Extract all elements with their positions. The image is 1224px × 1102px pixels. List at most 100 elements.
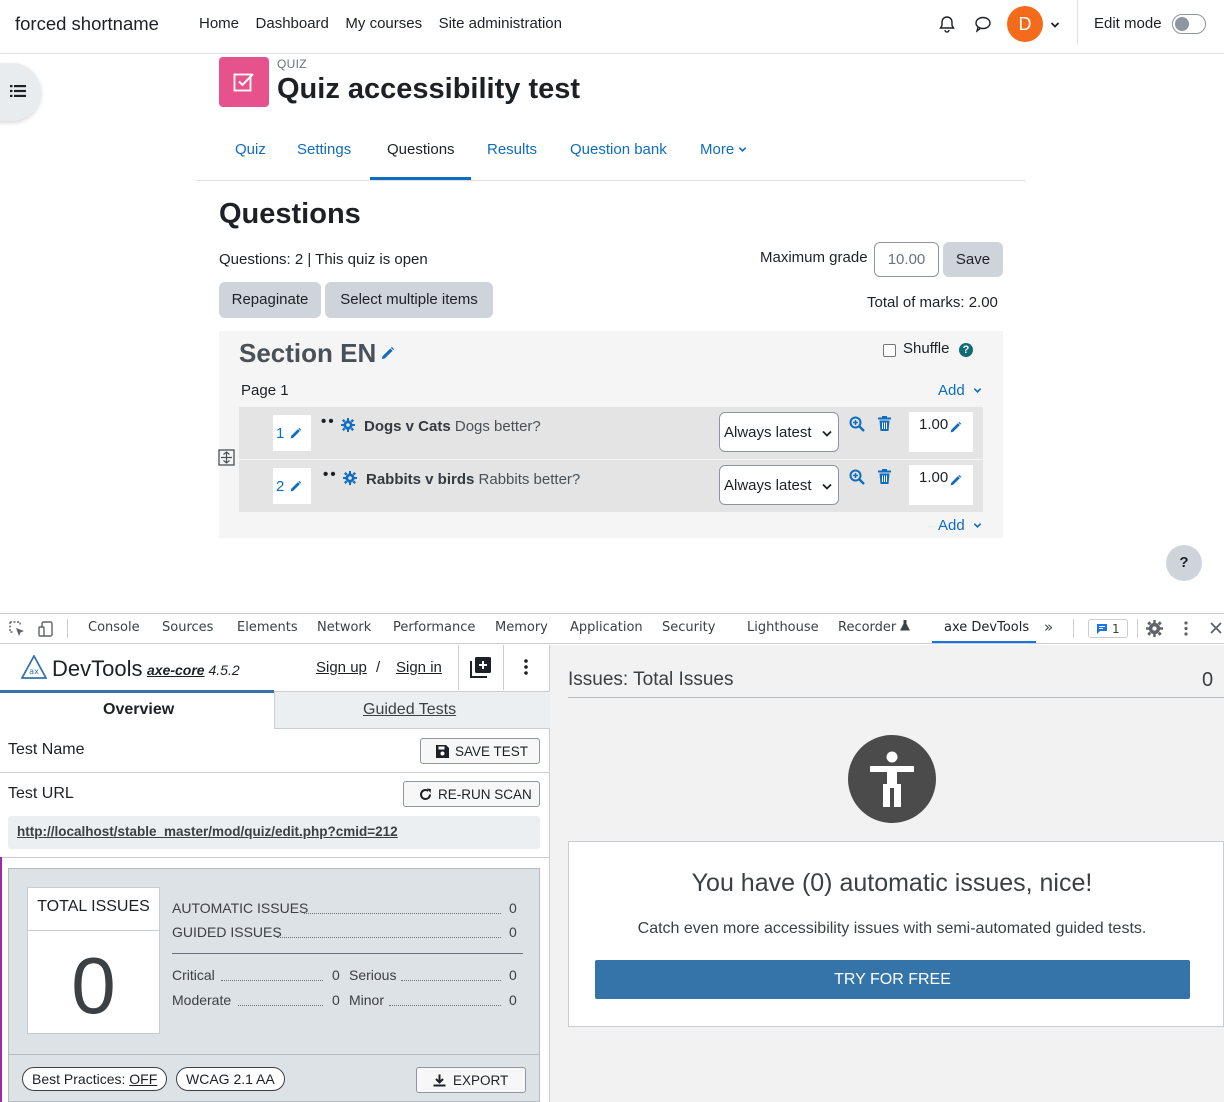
devtools-tab-performance[interactable]: Performance — [393, 620, 475, 635]
help-button[interactable]: ? — [1166, 545, 1202, 581]
rerun-scan-button[interactable]: RE-RUN SCAN — [403, 781, 540, 807]
question-number: 1 — [276, 425, 285, 442]
question-name[interactable]: Rabbits v birds Rabbits better? — [366, 471, 580, 488]
question-mark-help-icon[interactable]: ? — [959, 343, 973, 357]
add-test-icon[interactable] — [470, 656, 492, 682]
axe-left-panel: ax DevTools axe-core 4.5.2 Sign up / Sig… — [0, 645, 550, 1102]
repaginate-button[interactable]: Repaginate — [219, 282, 321, 318]
devtools-tab-application[interactable]: Application — [570, 620, 643, 635]
question-max-mark[interactable]: 1.00 — [909, 412, 973, 452]
devtools-separator — [1073, 619, 1074, 638]
max-grade-input[interactable]: 10.00 — [874, 242, 939, 277]
save-icon — [436, 745, 449, 758]
export-button[interactable]: EXPORT — [416, 1067, 526, 1093]
divider — [0, 772, 549, 773]
minor-count: 0 — [509, 992, 517, 1008]
sign-up-link[interactable]: Sign up — [316, 659, 367, 676]
site-brand[interactable]: forced shortname — [15, 13, 159, 35]
wcag-level-selector[interactable]: WCAG 2.1 AA — [176, 1067, 285, 1091]
devtools-tab-memory[interactable]: Memory — [495, 620, 548, 635]
question-version-select[interactable]: Always latest — [719, 465, 839, 505]
devtools-tab-console[interactable]: Console — [88, 620, 140, 635]
axe-header-separator — [503, 645, 504, 690]
question-max-mark[interactable]: 1.00 — [909, 465, 973, 505]
question-version-select[interactable]: Always latest — [719, 412, 839, 452]
inspect-element-icon[interactable] — [9, 621, 25, 641]
question-name[interactable]: Dogs v Cats Dogs better? — [364, 418, 541, 435]
preview-magnifier-icon[interactable] — [849, 416, 865, 436]
trash-icon[interactable] — [878, 469, 891, 488]
close-icon[interactable] — [1209, 621, 1223, 639]
gear-icon — [343, 471, 357, 489]
tab-quiz[interactable]: Quiz — [235, 141, 266, 158]
critical-count: 0 — [332, 967, 340, 983]
nav-site-administration[interactable]: Site administration — [439, 15, 562, 32]
save-grade-button[interactable]: Save — [943, 242, 1003, 277]
repaginate-separator-icon[interactable] — [218, 449, 235, 470]
edit-mode-toggle[interactable] — [1172, 14, 1206, 34]
tab-guided-tests[interactable]: Guided Tests — [363, 701, 456, 719]
tab-settings[interactable]: Settings — [297, 141, 351, 158]
preview-magnifier-icon[interactable] — [849, 469, 865, 489]
test-name-label: Test Name — [8, 741, 85, 758]
axe-logo-text: DevTools — [52, 656, 143, 681]
chevron-down-icon[interactable] — [1050, 17, 1060, 34]
devtools-tab-axe[interactable]: axe DevTools — [944, 620, 1029, 635]
best-practices-toggle[interactable]: Best Practices: OFF — [22, 1067, 168, 1091]
kebab-menu-icon[interactable] — [523, 658, 529, 680]
tab-results[interactable]: Results — [487, 141, 537, 158]
export-label: EXPORT — [453, 1073, 509, 1088]
devtools-tab-recorder[interactable]: Recorder — [838, 620, 911, 635]
question-number-box[interactable]: 2 — [273, 468, 311, 504]
best-practices-value: OFF — [129, 1071, 158, 1087]
course-index-drawer-button[interactable] — [0, 63, 41, 121]
shuffle-checkbox[interactable] — [883, 344, 896, 357]
issues-badge[interactable]: 1 — [1088, 619, 1128, 638]
sign-in-link[interactable]: Sign in — [396, 659, 442, 676]
devtools-tab-sources[interactable]: Sources — [162, 620, 213, 635]
tab-overview[interactable]: Overview — [103, 701, 174, 719]
questions-heading: Questions — [219, 198, 361, 230]
tab-more[interactable]: More — [700, 141, 747, 158]
question-number-box[interactable]: 1 — [273, 415, 311, 451]
primary-navigation: Home Dashboard My courses Site administr… — [199, 15, 562, 32]
nav-dashboard[interactable]: Dashboard — [256, 15, 329, 32]
devtools-tab-lighthouse[interactable]: Lighthouse — [747, 620, 819, 635]
trash-icon[interactable] — [878, 416, 891, 435]
chevron-down-icon — [973, 523, 982, 528]
kebab-menu-icon[interactable] — [1183, 620, 1189, 641]
message-icon[interactable] — [974, 15, 992, 37]
automatic-issues-count: 0 — [509, 900, 517, 916]
axe-header-separator — [458, 645, 459, 690]
avatar[interactable]: D — [1007, 6, 1043, 42]
tab-questions[interactable]: Questions — [387, 141, 455, 158]
test-url-field[interactable]: http://localhost/stable_master/mod/quiz/… — [8, 816, 540, 849]
device-toolbar-icon[interactable] — [38, 621, 55, 641]
add-question-link-bottom[interactable]: Add — [938, 517, 982, 534]
question-mark-value: 1.00 — [919, 469, 949, 486]
issues-summary: TOTAL ISSUES 0 AUTOMATIC ISSUES 0 GUIDED… — [8, 868, 540, 1102]
nav-home[interactable]: Home — [199, 15, 239, 32]
question-row: 2 • • Rabbits v birds Rabbits better? Al… — [239, 460, 983, 512]
save-test-button[interactable]: SAVE TEST — [420, 738, 540, 764]
max-grade-label: Maximum grade — [760, 249, 868, 266]
add-question-link-top[interactable]: Add — [938, 382, 982, 399]
more-tabs-chevron-icon[interactable]: » — [1044, 618, 1053, 636]
gear-icon[interactable] — [1146, 620, 1163, 641]
add-label: Add — [938, 517, 965, 534]
best-practices-label: Best Practices: — [32, 1071, 126, 1087]
devtools-tab-network[interactable]: Network — [317, 620, 371, 635]
devtools-tab-elements[interactable]: Elements — [237, 620, 298, 635]
divider — [568, 697, 1224, 698]
select-multiple-items-button[interactable]: Select multiple items — [325, 282, 493, 318]
pencil-icon — [950, 474, 962, 486]
devtools-tab-security[interactable]: Security — [662, 620, 715, 635]
tab-question-bank[interactable]: Question bank — [570, 141, 667, 158]
nav-icons — [938, 15, 992, 37]
bell-icon[interactable] — [938, 15, 956, 37]
quiz-status-text: Questions: 2 | This quiz is open — [219, 251, 428, 268]
nav-my-courses[interactable]: My courses — [345, 15, 422, 32]
chevron-down-icon — [822, 430, 832, 437]
try-for-free-button[interactable]: TRY FOR FREE — [595, 960, 1190, 999]
edit-section-title-pencil-icon[interactable] — [380, 346, 395, 365]
